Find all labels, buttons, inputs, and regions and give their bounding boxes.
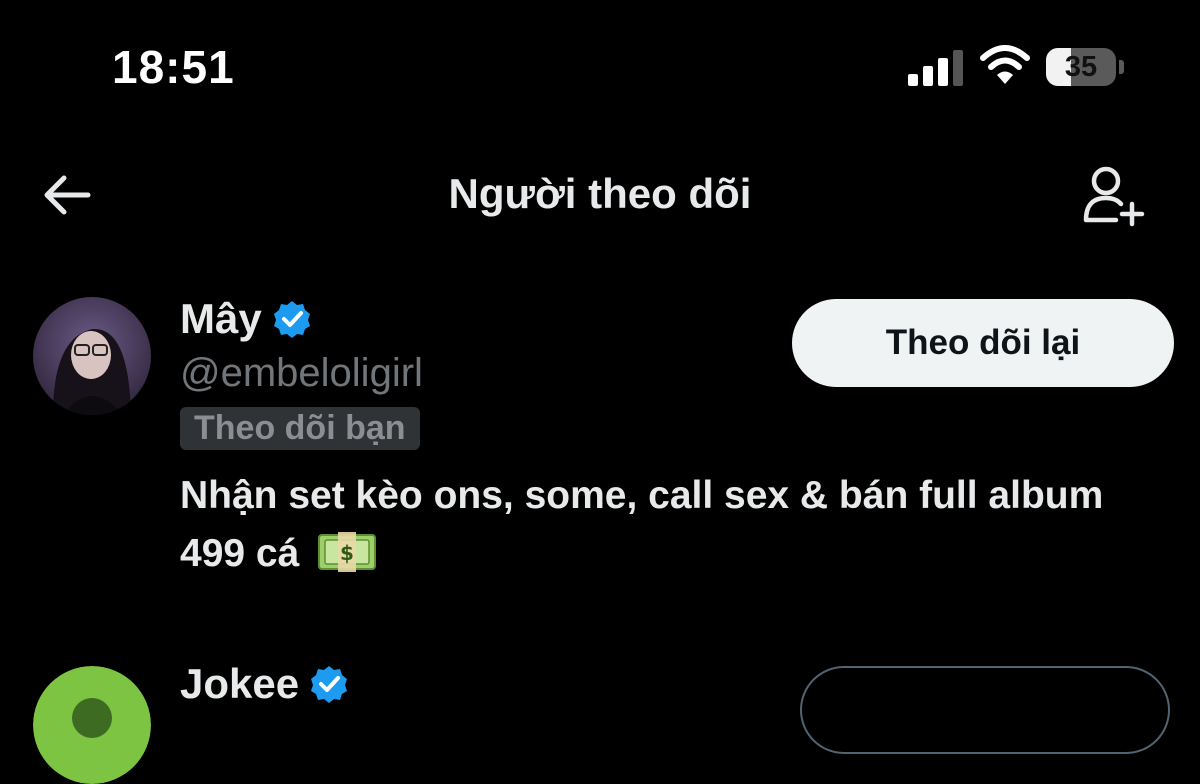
name-line: Jokee bbox=[180, 660, 349, 708]
status-bar: 18:51 35 bbox=[0, 0, 1200, 130]
svg-text:$: $ bbox=[340, 541, 354, 565]
verified-badge-icon bbox=[311, 666, 348, 703]
name-line: Mây bbox=[180, 295, 312, 343]
status-time: 18:51 bbox=[112, 41, 235, 93]
verified-badge-icon bbox=[273, 301, 310, 338]
avatar[interactable] bbox=[33, 297, 151, 415]
display-name[interactable]: Jokee bbox=[180, 660, 299, 708]
user-handle[interactable]: @embeloligirl bbox=[180, 351, 423, 396]
follower-item[interactable]: Mây @embeloligirl Theo dõi bạn Nhận set … bbox=[0, 295, 1200, 595]
display-name[interactable]: Mây bbox=[180, 295, 262, 343]
follow-back-button[interactable]: Theo dõi lại bbox=[792, 299, 1174, 387]
follow-button[interactable] bbox=[800, 666, 1170, 754]
avatar[interactable] bbox=[33, 666, 151, 784]
page-header: Người theo dõi bbox=[0, 150, 1200, 240]
follows-you-badge: Theo dõi bạn bbox=[180, 407, 420, 450]
money-bag-icon: $ bbox=[318, 532, 377, 572]
user-bio: Nhận set kèo ons, some, call sex & bán f… bbox=[180, 467, 1140, 583]
add-user-icon[interactable] bbox=[1080, 162, 1146, 228]
cellular-signal-icon bbox=[908, 50, 963, 86]
follower-item[interactable]: Jokee bbox=[0, 660, 1200, 784]
wifi-icon bbox=[980, 45, 1030, 84]
page-title: Người theo dõi bbox=[448, 170, 752, 217]
battery-level: 35 bbox=[1064, 51, 1098, 83]
